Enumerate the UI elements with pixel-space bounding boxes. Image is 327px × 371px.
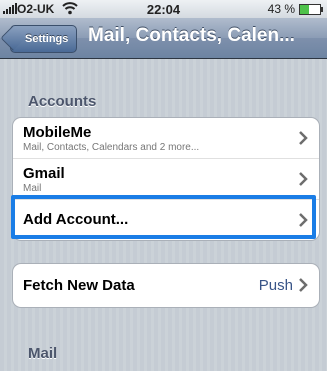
fetch-new-data-row[interactable]: Fetch New Data Push <box>13 264 319 307</box>
account-row-gmail[interactable]: Gmail Mail <box>13 159 319 200</box>
battery-percent: 43 % <box>267 2 295 16</box>
fetch-group: Fetch New Data Push <box>12 263 320 308</box>
navigation-bar: Settings Mail, Contacts, Calen... <box>0 18 327 59</box>
account-subtitle: Mail, Contacts, Calendars and 2 more... <box>23 142 200 153</box>
accounts-group: MobileMe Mail, Contacts, Calendars and 2… <box>12 117 320 241</box>
chevron-right-icon <box>299 131 308 145</box>
add-account-row[interactable]: Add Account... <box>13 200 319 240</box>
chevron-right-icon <box>299 213 308 227</box>
fetch-new-data-label: Fetch New Data <box>23 277 135 294</box>
add-account-label: Add Account... <box>23 211 129 228</box>
chevron-right-icon <box>299 172 308 186</box>
account-subtitle: Mail <box>23 183 42 194</box>
section-header-accounts: Accounts <box>28 93 97 110</box>
page-title: Mail, Contacts, Calen... <box>88 25 295 46</box>
back-button-label: Settings <box>25 33 69 45</box>
status-bar: O2-UK 22:04 43 % <box>0 0 327 18</box>
chevron-right-icon <box>299 278 308 292</box>
battery-icon <box>299 4 323 15</box>
back-button-settings[interactable]: Settings <box>10 25 78 53</box>
account-title: MobileMe <box>23 124 92 141</box>
account-row-mobileme[interactable]: MobileMe Mail, Contacts, Calendars and 2… <box>13 118 319 159</box>
fetch-value: Push <box>258 277 293 294</box>
account-title: Gmail <box>23 165 65 182</box>
section-header-mail: Mail <box>28 345 58 362</box>
